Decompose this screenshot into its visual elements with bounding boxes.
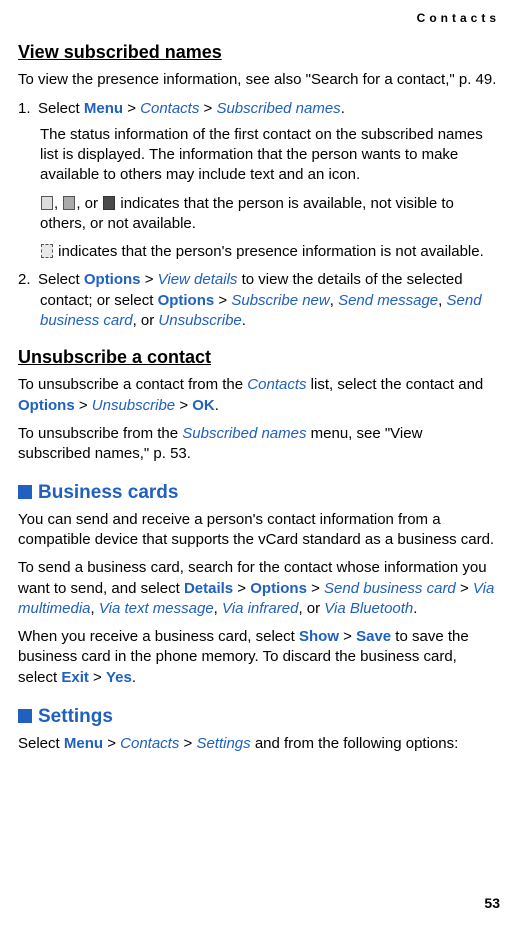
- presence-unknown-icon: [41, 244, 53, 258]
- options-action: Options: [158, 292, 215, 309]
- text: list, select the contact and: [307, 376, 484, 393]
- text: , or: [133, 312, 159, 329]
- show-action: Show: [299, 628, 339, 645]
- link-settings: Settings: [196, 735, 250, 752]
- paragraph: indicates that the person's presence inf…: [40, 242, 498, 262]
- step-2: 2.Select Options > View details to view …: [18, 270, 498, 331]
- text: >: [89, 669, 106, 686]
- link-via-bluetooth: Via Bluetooth: [324, 600, 413, 617]
- page-number: 53: [484, 894, 500, 913]
- text: .: [132, 669, 136, 686]
- text: .: [215, 397, 219, 414]
- text: >: [233, 580, 250, 597]
- ok-action: OK: [192, 397, 215, 414]
- text: .: [242, 312, 246, 329]
- text: .: [413, 600, 417, 617]
- text: , or: [298, 600, 324, 617]
- text: ,: [91, 600, 99, 617]
- presence-available-icon: [41, 196, 53, 210]
- paragraph: To send a business card, search for the …: [18, 558, 498, 619]
- text: .: [341, 100, 345, 117]
- paragraph: Select Menu > Contacts > Settings and fr…: [18, 734, 498, 754]
- paragraph: You can send and receive a person's cont…: [18, 510, 498, 551]
- text: ,: [438, 292, 446, 309]
- step-1: 1.Select Menu > Contacts > Subscribed na…: [18, 99, 498, 263]
- page-content: View subscribed names To view the presen…: [18, 40, 498, 754]
- heading-business-cards: Business cards: [18, 480, 498, 506]
- link-subscribed-names: Subscribed names: [216, 100, 340, 117]
- text: To unsubscribe a contact from the: [18, 376, 247, 393]
- text: Select: [38, 271, 84, 288]
- text: >: [75, 397, 92, 414]
- text: >: [199, 100, 216, 117]
- text: ,: [330, 292, 338, 309]
- text: When you receive a business card, select: [18, 628, 299, 645]
- step-list: 1.Select Menu > Contacts > Subscribed na…: [18, 99, 498, 332]
- heading-settings: Settings: [18, 704, 498, 730]
- text: >: [123, 100, 140, 117]
- presence-hidden-icon: [63, 196, 75, 210]
- options-action: Options: [18, 397, 75, 414]
- text: To unsubscribe from the: [18, 425, 182, 442]
- options-action: Options: [250, 580, 307, 597]
- section-marker-icon: [18, 709, 32, 723]
- link-subscribe-new: Subscribe new: [231, 292, 329, 309]
- link-unsubscribe: Unsubscribe: [158, 312, 241, 329]
- link-subscribed-names: Subscribed names: [182, 425, 306, 442]
- section-marker-icon: [18, 485, 32, 499]
- text: and from the following options:: [251, 735, 459, 752]
- menu-action: Menu: [84, 100, 123, 117]
- step-number: 1.: [18, 99, 38, 119]
- save-action: Save: [356, 628, 391, 645]
- menu-action: Menu: [64, 735, 103, 752]
- heading-unsubscribe: Unsubscribe a contact: [18, 345, 498, 369]
- link-contacts: Contacts: [247, 376, 306, 393]
- options-action: Options: [84, 271, 141, 288]
- details-action: Details: [184, 580, 233, 597]
- text: >: [103, 735, 120, 752]
- heading-text: Business cards: [38, 482, 178, 503]
- link-contacts: Contacts: [140, 100, 199, 117]
- link-send-business-card: Send business card: [324, 580, 456, 597]
- text: Select: [38, 100, 84, 117]
- exit-action: Exit: [61, 669, 89, 686]
- text: >: [175, 397, 192, 414]
- paragraph: When you receive a business card, select…: [18, 627, 498, 688]
- link-via-text: Via text message: [99, 600, 214, 617]
- link-view-details: View details: [158, 271, 238, 288]
- paragraph: To unsubscribe from the Subscribed names…: [18, 424, 498, 465]
- step-number: 2.: [18, 270, 38, 290]
- yes-action: Yes: [106, 669, 132, 686]
- text: , or: [76, 195, 102, 212]
- text: ,: [214, 600, 222, 617]
- link-send-message: Send message: [338, 292, 438, 309]
- paragraph: The status information of the first cont…: [40, 125, 498, 186]
- link-via-infrared: Via infrared: [222, 600, 298, 617]
- text: Select: [18, 735, 64, 752]
- text: >: [456, 580, 473, 597]
- paragraph: To unsubscribe a contact from the Contac…: [18, 375, 498, 416]
- presence-unavailable-icon: [103, 196, 115, 210]
- paragraph: , , or indicates that the person is avai…: [40, 194, 498, 235]
- text: >: [307, 580, 324, 597]
- running-header: Contacts: [417, 10, 500, 26]
- text: indicates that the person's presence inf…: [54, 243, 484, 260]
- link-unsubscribe: Unsubscribe: [92, 397, 175, 414]
- link-contacts: Contacts: [120, 735, 179, 752]
- text: >: [339, 628, 356, 645]
- text: >: [141, 271, 158, 288]
- heading-text: Settings: [38, 706, 113, 727]
- text: >: [179, 735, 196, 752]
- text: ,: [54, 195, 62, 212]
- heading-view-subscribed: View subscribed names: [18, 40, 498, 64]
- text: >: [214, 292, 231, 309]
- paragraph: To view the presence information, see al…: [18, 70, 498, 90]
